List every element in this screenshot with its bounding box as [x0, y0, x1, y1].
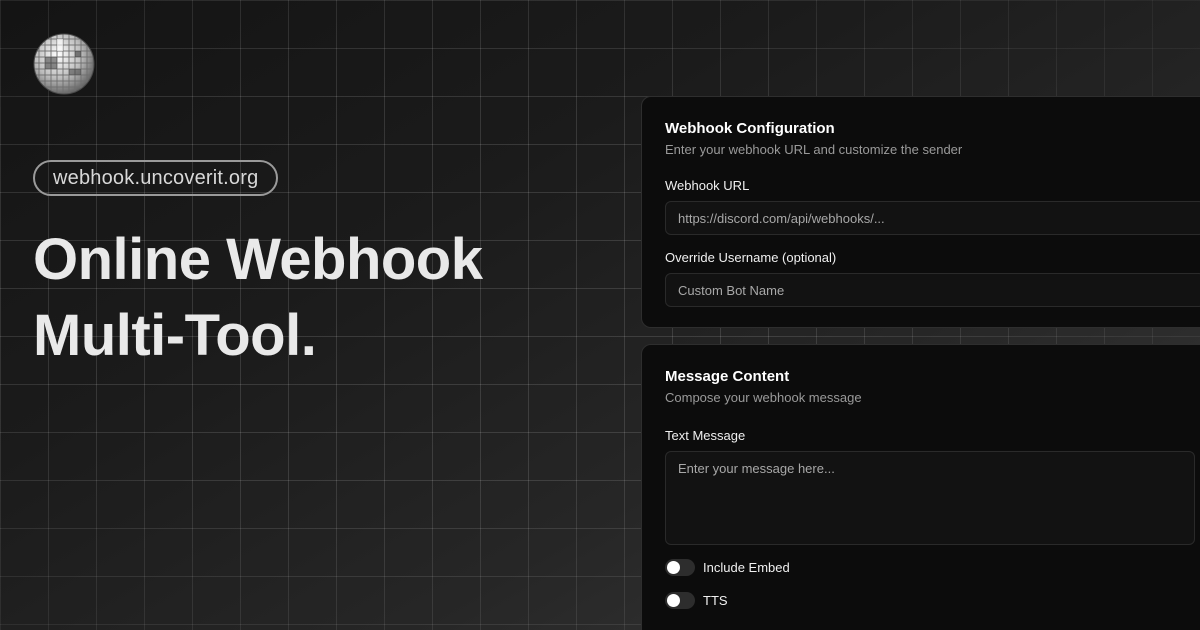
toggle-knob [667, 560, 680, 574]
disco-ball-icon [33, 33, 95, 95]
card-subtitle: Compose your webhook message [665, 390, 862, 405]
webhook-configuration-card: Webhook Configuration Enter your webhook… [641, 96, 1200, 328]
card-title: Message Content [665, 368, 790, 385]
message-content-card: Message Content Compose your webhook mes… [641, 344, 1200, 630]
toggle-knob [667, 593, 680, 607]
card-title: Webhook Configuration [665, 120, 835, 137]
include-embed-row: Include Embed [665, 557, 1197, 577]
override-username-input[interactable] [665, 273, 1200, 307]
hero-headline-line-1: Online Webhook [33, 227, 483, 292]
webhook-url-label: Webhook URL [665, 178, 750, 193]
webhook-url-input[interactable] [665, 201, 1200, 235]
hero-headline-line-2: Multi-Tool. [33, 303, 317, 368]
include-embed-label: Include Embed [703, 559, 790, 575]
include-embed-toggle[interactable] [665, 558, 695, 576]
tts-toggle[interactable] [665, 591, 695, 609]
hero-headline: Online Webhook Multi-Tool. [33, 222, 483, 374]
card-subtitle: Enter your webhook URL and customize the… [665, 142, 963, 157]
tts-row: TTS [665, 590, 1197, 610]
text-message-textarea[interactable] [665, 451, 1195, 545]
text-message-label: Text Message [665, 428, 746, 443]
domain-badge: webhook.uncoverit.org [33, 160, 279, 196]
tts-label: TTS [703, 592, 728, 608]
override-username-label: Override Username (optional) [665, 250, 837, 265]
